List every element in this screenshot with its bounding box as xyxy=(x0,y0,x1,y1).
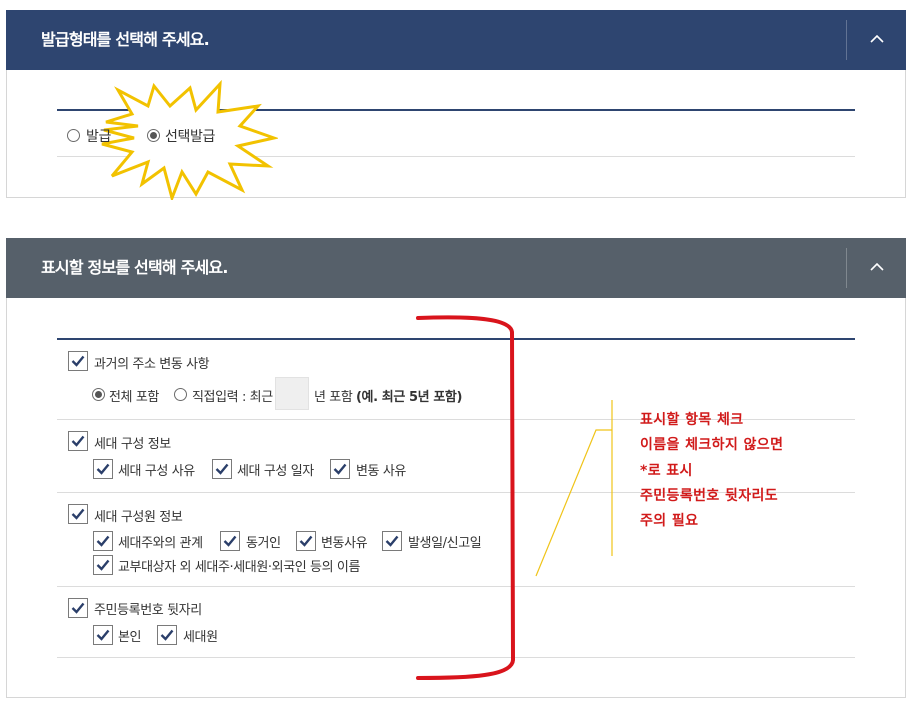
selective-issue-label: 선택발급 xyxy=(165,129,215,145)
recent-years-input[interactable] xyxy=(275,377,309,410)
direct-input-radio[interactable] xyxy=(174,388,187,401)
checkmark-icon xyxy=(96,463,110,475)
issue-radio[interactable] xyxy=(67,129,80,142)
self-label: 본인 xyxy=(118,630,142,645)
non-recipient-names-checkbox[interactable] xyxy=(93,555,113,575)
issue-type-header: 발급형태를 선택해 주세요. xyxy=(6,10,906,70)
household-info-label: 세대 구성 정보 xyxy=(94,437,171,452)
household-date-label: 세대 구성 일자 xyxy=(237,464,314,479)
checkmark-icon xyxy=(71,435,85,447)
checkmark-icon xyxy=(96,535,110,547)
household-member-checkbox[interactable] xyxy=(157,625,177,645)
checkmark-icon xyxy=(71,355,85,367)
checkmark-icon xyxy=(71,508,85,520)
member-change-reason-label: 변동사유 xyxy=(321,536,368,551)
direct-input-label: 직접입력 : 최근 xyxy=(192,390,273,405)
checkmark-icon xyxy=(71,602,85,614)
issue-type-collapse-button[interactable] xyxy=(846,20,906,60)
member-info-label: 세대 구성원 정보 xyxy=(94,510,183,525)
household-info-checkbox[interactable] xyxy=(68,431,88,451)
checkmark-icon xyxy=(299,535,313,547)
household-date-checkbox[interactable] xyxy=(212,459,232,479)
display-info-header: 표시할 정보를 선택해 주세요. xyxy=(6,238,906,298)
display-info-collapse-button[interactable] xyxy=(846,248,906,288)
change-reason-checkbox[interactable] xyxy=(330,459,350,479)
checkmark-icon xyxy=(96,559,110,571)
resident-number-label: 주민등록번호 뒷자리 xyxy=(94,603,202,618)
year-suffix-label: 년 포함 xyxy=(314,390,353,405)
checkmark-icon xyxy=(160,629,174,641)
household-reason-checkbox[interactable] xyxy=(93,459,113,479)
address-history-label: 과거의 주소 변동 사항 xyxy=(94,357,210,372)
cohabitant-label: 동거인 xyxy=(246,536,281,551)
checkmark-icon xyxy=(215,463,229,475)
self-checkbox[interactable] xyxy=(93,625,113,645)
occurrence-date-checkbox[interactable] xyxy=(382,531,402,551)
resident-number-checkbox[interactable] xyxy=(68,598,88,618)
bracket-annotation xyxy=(416,315,516,680)
chevron-up-icon xyxy=(870,263,884,271)
leader-line xyxy=(535,400,613,577)
chevron-up-icon xyxy=(870,35,884,43)
checkmark-icon xyxy=(96,629,110,641)
relation-label: 세대주와의 관계 xyxy=(118,536,203,551)
household-reason-label: 세대 구성 사유 xyxy=(118,464,195,479)
note-line-1: 표시할 항목 체크 xyxy=(640,412,744,428)
include-all-label: 전체 포함 xyxy=(109,390,159,405)
checkmark-icon xyxy=(385,535,399,547)
issue-type-title: 발급형태를 선택해 주세요. xyxy=(41,30,210,49)
note-line-2: 이름을 체크하지 않으면 xyxy=(640,437,784,453)
address-history-checkbox[interactable] xyxy=(68,351,88,371)
checkmark-icon xyxy=(223,535,237,547)
note-line-4: 주민등록번호 뒷자리도 xyxy=(640,488,779,504)
display-info-title: 표시할 정보를 선택해 주세요. xyxy=(41,258,228,277)
note-line-5: 주의 필요 xyxy=(640,513,699,529)
change-reason-label: 변동 사유 xyxy=(356,464,406,479)
include-all-radio[interactable] xyxy=(92,388,105,401)
issue-label: 발급 xyxy=(86,129,111,145)
household-member-label: 세대원 xyxy=(183,630,218,645)
cohabitant-checkbox[interactable] xyxy=(220,531,240,551)
member-change-reason-checkbox[interactable] xyxy=(296,531,316,551)
relation-checkbox[interactable] xyxy=(93,531,113,551)
note-line-3: *로 표시 xyxy=(640,463,693,479)
checkmark-icon xyxy=(333,463,347,475)
member-info-checkbox[interactable] xyxy=(68,504,88,524)
non-recipient-names-label: 교부대상자 외 세대주·세대원·외국인 등의 이름 xyxy=(118,560,361,575)
selective-issue-radio[interactable] xyxy=(147,129,160,142)
